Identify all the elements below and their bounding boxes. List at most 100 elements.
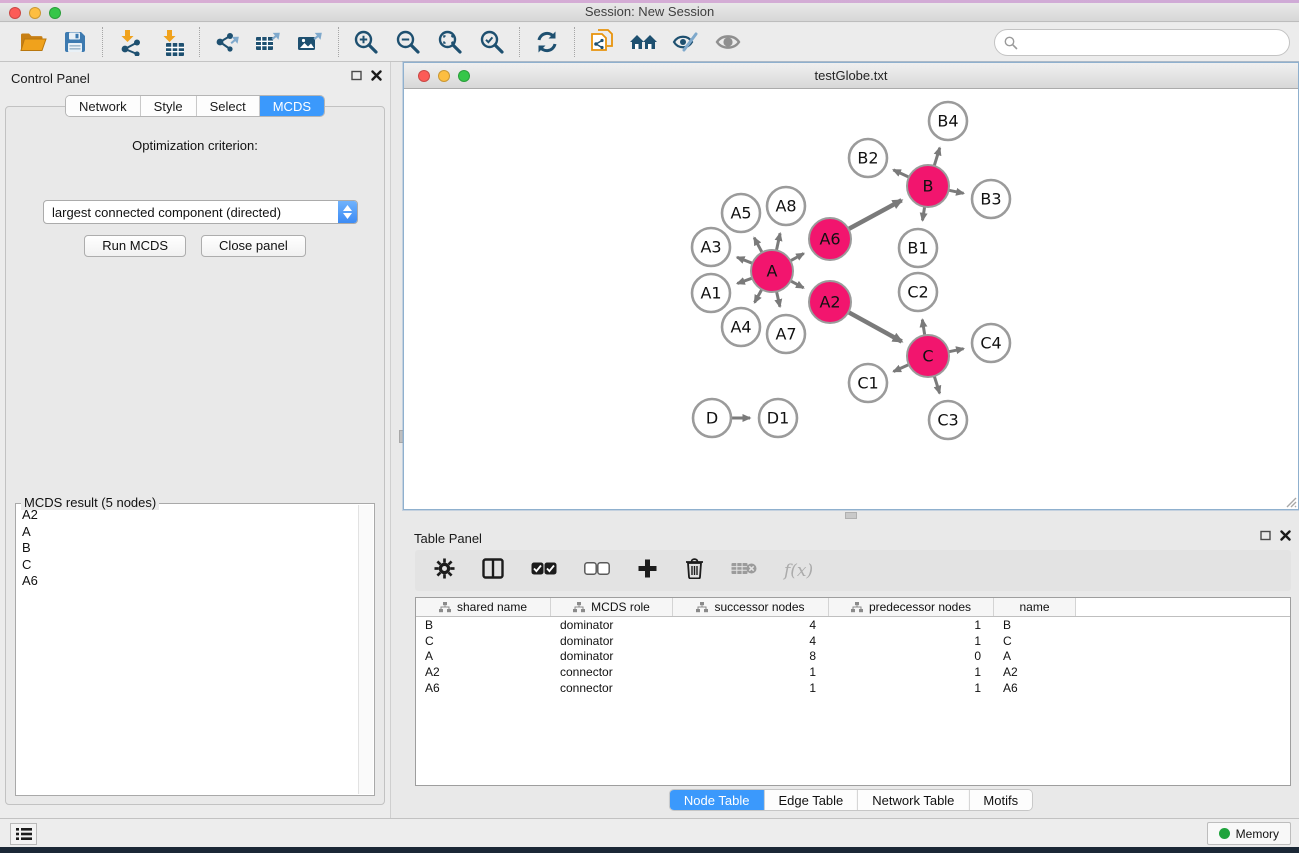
result-item[interactable]: C xyxy=(17,557,357,574)
optimization-criterion-dropdown[interactable]: largest connected component (directed) xyxy=(43,200,358,224)
zoom-out-button[interactable] xyxy=(392,26,424,58)
table-row[interactable]: A2connector11A2 xyxy=(416,664,1290,680)
close-panel-icon[interactable] xyxy=(1280,530,1291,541)
result-scrollbar[interactable] xyxy=(358,505,373,794)
delete-table-icon xyxy=(731,561,757,576)
table-row[interactable]: A6connector11A6 xyxy=(416,680,1290,696)
table-cell[interactable]: A2 xyxy=(416,665,551,679)
table-cell[interactable]: dominator xyxy=(551,649,673,663)
tab-motifs[interactable]: Motifs xyxy=(969,790,1032,810)
zoom-fit-button[interactable] xyxy=(434,26,466,58)
graph-edge-C-C3[interactable] xyxy=(934,374,940,393)
minimize-window-button[interactable] xyxy=(29,7,41,19)
table-cell[interactable]: C xyxy=(416,634,551,648)
resize-grip-icon[interactable] xyxy=(1283,494,1297,508)
function-builder-button[interactable]: f(x) xyxy=(784,561,813,581)
hide-graphics-details-button[interactable] xyxy=(670,26,702,58)
export-network-button[interactable] xyxy=(211,26,243,58)
column-header-name[interactable]: name xyxy=(994,598,1076,616)
table-cell[interactable]: 1 xyxy=(673,665,829,679)
table-cell[interactable]: connector xyxy=(551,665,673,679)
table-cell[interactable]: 1 xyxy=(829,665,994,679)
run-mcds-button[interactable]: Run MCDS xyxy=(84,235,186,257)
tab-node-table[interactable]: Node Table xyxy=(670,790,765,810)
table-cell[interactable]: 1 xyxy=(673,681,829,695)
select-all-button[interactable] xyxy=(531,562,557,580)
column-header-successor-nodes[interactable]: successor nodes xyxy=(673,598,829,616)
table-cell[interactable]: B xyxy=(994,618,1076,632)
table-settings-button[interactable] xyxy=(434,558,455,584)
show-task-history-button[interactable] xyxy=(10,823,37,845)
horizontal-splitter-handle[interactable] xyxy=(845,512,857,519)
graph-edge-B-B4[interactable] xyxy=(934,148,940,168)
save-session-button[interactable] xyxy=(59,26,91,58)
import-network-button[interactable] xyxy=(114,26,146,58)
table-cell[interactable]: 1 xyxy=(829,618,994,632)
import-table-button[interactable] xyxy=(156,26,188,58)
close-window-button[interactable] xyxy=(9,7,21,19)
add-row-button[interactable] xyxy=(637,558,658,584)
open-session-button[interactable] xyxy=(17,26,49,58)
graph-edge-A6-B[interactable] xyxy=(847,200,902,230)
network-minimize-button[interactable] xyxy=(438,70,450,82)
export-table-button[interactable] xyxy=(253,26,285,58)
delete-table-button[interactable] xyxy=(731,561,757,581)
table-cell[interactable]: B xyxy=(416,618,551,632)
deselect-all-button[interactable] xyxy=(584,562,610,580)
tab-network-table[interactable]: Network Table xyxy=(858,790,969,810)
copy-style-button[interactable] xyxy=(586,26,618,58)
table-cell[interactable]: A xyxy=(416,649,551,663)
network-canvas[interactable]: AA1A2A3A4A5A6A7A8BB1B2B3B4CC1C2C3C4DD1 xyxy=(404,89,1298,509)
table-cell[interactable]: 4 xyxy=(673,634,829,648)
table-cell[interactable]: A2 xyxy=(994,665,1076,679)
float-panel-icon[interactable] xyxy=(351,70,362,81)
zoom-selected-button[interactable] xyxy=(476,26,508,58)
zoom-window-button[interactable] xyxy=(49,7,61,19)
result-item[interactable]: B xyxy=(17,540,357,557)
table-cell[interactable]: A xyxy=(994,649,1076,663)
result-item[interactable]: A xyxy=(17,524,357,541)
delete-row-button[interactable] xyxy=(685,557,704,584)
export-image-button[interactable] xyxy=(295,26,327,58)
refresh-button[interactable] xyxy=(531,26,563,58)
float-panel-icon[interactable] xyxy=(1260,530,1271,541)
table-cell[interactable]: 0 xyxy=(829,649,994,663)
tab-style[interactable]: Style xyxy=(141,96,197,116)
memory-button[interactable]: Memory xyxy=(1207,822,1291,845)
table-cell[interactable]: A6 xyxy=(416,681,551,695)
table-cell[interactable]: dominator xyxy=(551,618,673,632)
table-cell[interactable]: C xyxy=(994,634,1076,648)
zoom-in-button[interactable] xyxy=(350,26,382,58)
column-header-MCDS-role[interactable]: MCDS role xyxy=(551,598,673,616)
graph-node-label: A5 xyxy=(730,204,751,223)
tab-network[interactable]: Network xyxy=(66,96,141,116)
close-panel-icon[interactable] xyxy=(371,70,382,81)
table-cell[interactable]: 4 xyxy=(673,618,829,632)
table-cell[interactable]: 1 xyxy=(829,681,994,695)
home-button[interactable] xyxy=(628,26,660,58)
table-cell[interactable]: connector xyxy=(551,681,673,695)
close-panel-button[interactable]: Close panel xyxy=(201,235,306,257)
graph-edge-A2-C[interactable] xyxy=(847,311,902,341)
node-table[interactable]: shared nameMCDS rolesuccessor nodesprede… xyxy=(415,597,1291,786)
table-row[interactable]: Bdominator41B xyxy=(416,617,1290,633)
show-graphics-details-button[interactable] xyxy=(712,26,744,58)
table-cell[interactable]: A6 xyxy=(994,681,1076,695)
search-field[interactable] xyxy=(994,29,1290,56)
network-zoom-button[interactable] xyxy=(458,70,470,82)
search-input[interactable] xyxy=(1024,34,1289,51)
table-cell[interactable]: 8 xyxy=(673,649,829,663)
column-header-predecessor-nodes[interactable]: predecessor nodes xyxy=(829,598,994,616)
show-columns-button[interactable] xyxy=(482,558,504,584)
result-item[interactable]: A2 xyxy=(17,507,357,524)
table-cell[interactable]: dominator xyxy=(551,634,673,648)
table-cell[interactable]: 1 xyxy=(829,634,994,648)
column-header-shared-name[interactable]: shared name xyxy=(416,598,551,616)
tab-select[interactable]: Select xyxy=(197,96,260,116)
result-item[interactable]: A6 xyxy=(17,573,357,590)
tab-mcds[interactable]: MCDS xyxy=(260,96,324,116)
table-row[interactable]: Cdominator41C xyxy=(416,633,1290,649)
tab-edge-table[interactable]: Edge Table xyxy=(764,790,858,810)
network-close-button[interactable] xyxy=(418,70,430,82)
table-row[interactable]: Adominator80A xyxy=(416,649,1290,665)
